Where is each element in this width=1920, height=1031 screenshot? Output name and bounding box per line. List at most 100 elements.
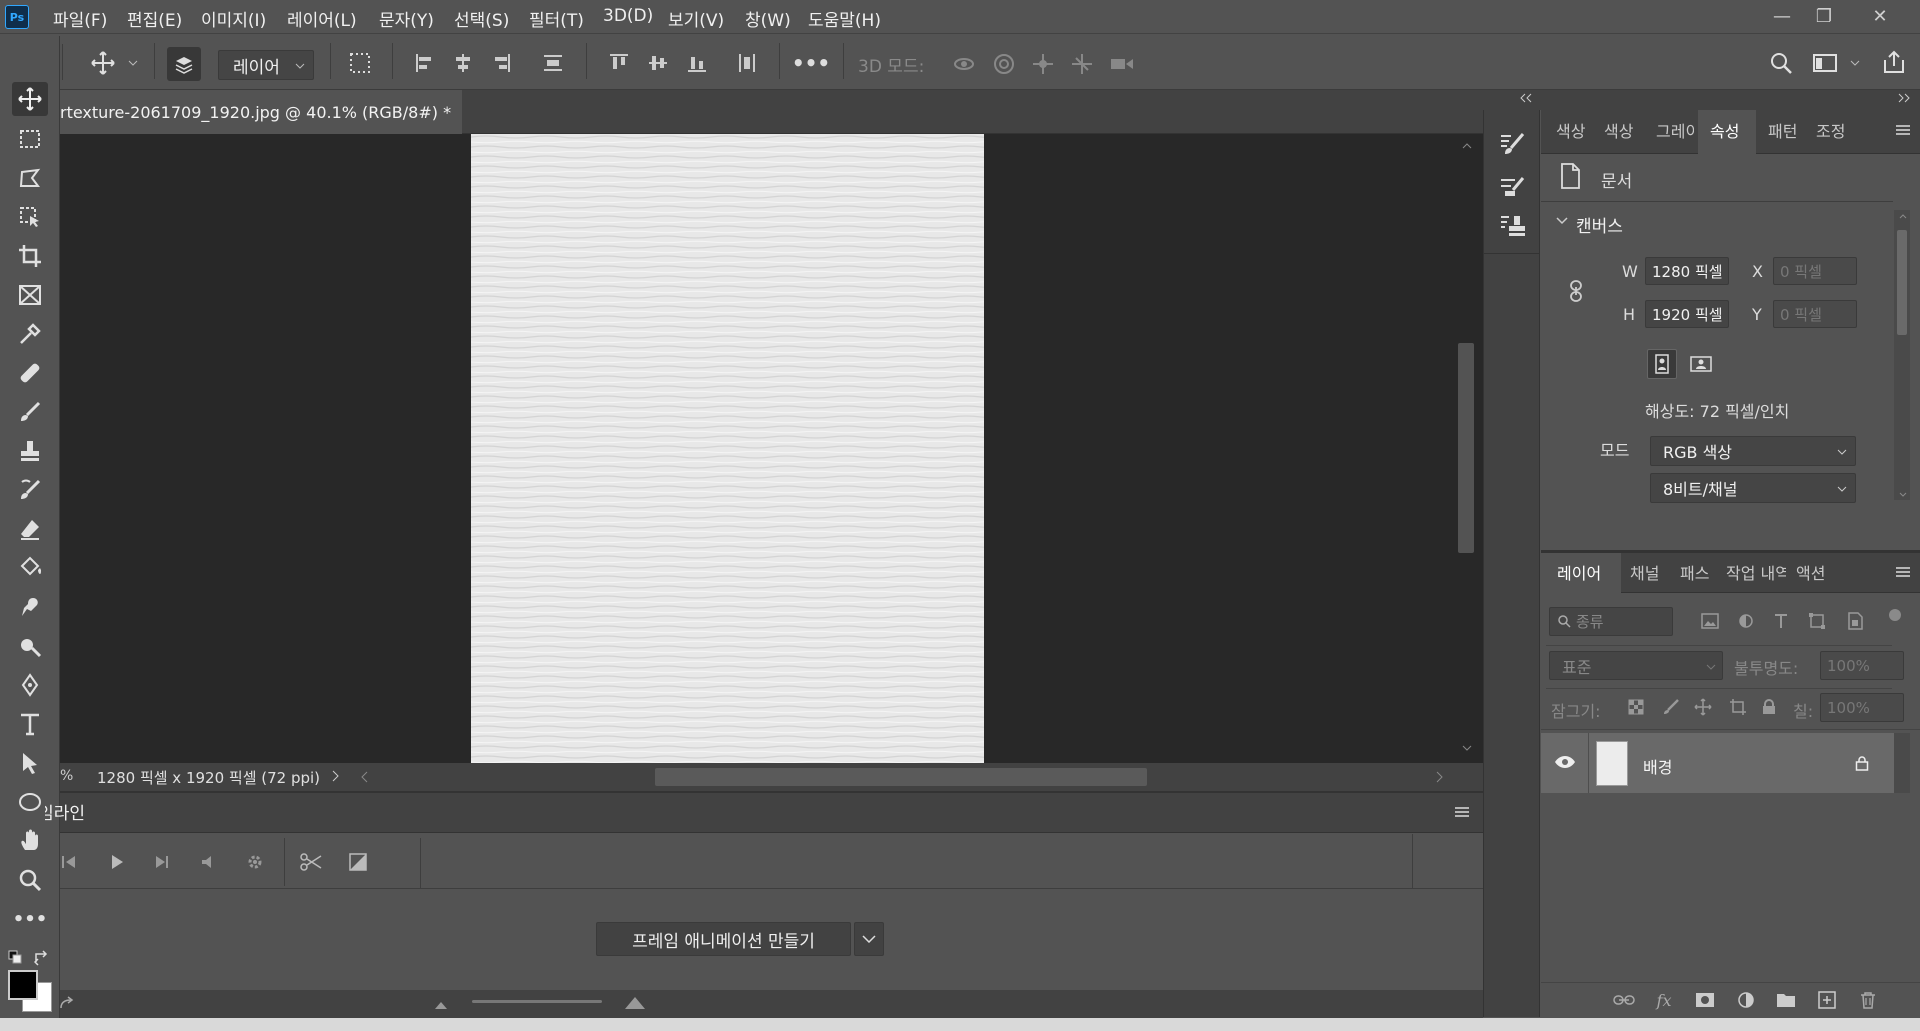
move-tool-preset-icon[interactable]	[88, 48, 118, 78]
3d-orbit-icon[interactable]	[950, 50, 978, 78]
collapse-left-icon[interactable]	[1520, 93, 1532, 103]
link-layers-icon[interactable]	[1612, 988, 1636, 1012]
menu-filter[interactable]: 필터(T)	[529, 6, 584, 31]
play-icon[interactable]	[105, 850, 129, 874]
scroll-up-icon[interactable]	[1462, 143, 1472, 151]
object-select-tool-icon[interactable]	[12, 200, 48, 234]
frame-tool-icon[interactable]	[12, 278, 48, 312]
paint-bucket-tool-icon[interactable]	[12, 551, 48, 585]
horizontal-scroll-thumb[interactable]	[655, 768, 1147, 786]
menu-help[interactable]: 도움말(H)	[808, 6, 881, 31]
timeline-zoom-slider[interactable]	[472, 1000, 602, 1003]
document-info[interactable]: 1280 픽셀 x 1920 픽셀 (72 ppi)	[97, 767, 320, 788]
tab-patterns[interactable]: 패턴	[1768, 118, 1797, 142]
create-frame-animation-button[interactable]: 프레임 애니메이션 만들기	[596, 922, 851, 956]
chevron-down-icon[interactable]	[1850, 60, 1860, 66]
scroll-right-icon[interactable]	[1436, 771, 1444, 783]
transition-icon[interactable]	[346, 850, 370, 874]
convert-icon[interactable]	[58, 993, 78, 1013]
scroll-down-icon[interactable]	[1462, 745, 1472, 753]
bit-depth-dropdown[interactable]: 8비트/채널	[1650, 473, 1856, 503]
chevron-down-icon[interactable]	[1556, 217, 1568, 225]
properties-scroll-thumb[interactable]	[1897, 230, 1907, 335]
zoom-out-mountain-icon[interactable]	[432, 998, 450, 1012]
3d-camera-icon[interactable]	[1108, 50, 1136, 78]
blend-mode-dropdown[interactable]: 표준	[1549, 651, 1723, 680]
tab-gradients[interactable]: 그레이	[1656, 118, 1694, 140]
menu-view[interactable]: 보기(V)	[668, 6, 724, 31]
lock-artboard-icon[interactable]	[1727, 696, 1749, 718]
adjustment-layer-icon[interactable]	[1734, 988, 1758, 1012]
color-mode-dropdown[interactable]: RGB 색상	[1650, 436, 1856, 466]
eraser-tool-icon[interactable]	[12, 512, 48, 546]
eyedropper-tool-icon[interactable]	[12, 317, 48, 351]
type-tool-icon[interactable]	[12, 707, 48, 741]
restore-button[interactable]: ❐	[1804, 2, 1844, 30]
layer-select-dropdown[interactable]: 레이어	[218, 50, 314, 80]
align-left-icon[interactable]	[409, 48, 439, 78]
3d-pan-icon[interactable]	[1029, 50, 1057, 78]
zoom-in-mountain-icon[interactable]	[622, 993, 648, 1013]
ellipse-tool-icon[interactable]	[12, 785, 48, 819]
delete-layer-icon[interactable]	[1856, 988, 1880, 1012]
next-frame-icon[interactable]	[150, 850, 174, 874]
tab-actions[interactable]: 액션	[1796, 560, 1825, 584]
tab-paths[interactable]: 패스	[1680, 560, 1709, 584]
layer-mask-icon[interactable]	[1693, 988, 1717, 1012]
lock-all-icon[interactable]	[1758, 696, 1780, 718]
clone-source-icon[interactable]	[1496, 210, 1528, 242]
menu-type[interactable]: 문자(Y)	[379, 6, 434, 31]
scroll-up-icon[interactable]	[1899, 213, 1907, 219]
default-colors-icon[interactable]	[8, 950, 22, 964]
fill-field[interactable]: 100%	[1820, 693, 1904, 722]
layer-thumbnail[interactable]	[1596, 741, 1628, 786]
layer-style-fx-icon[interactable]: fx	[1652, 988, 1676, 1012]
pixel-filter-icon[interactable]	[1699, 610, 1721, 632]
align-bottom-icon[interactable]	[682, 48, 712, 78]
chevron-down-icon[interactable]	[854, 922, 884, 956]
hand-tool-icon[interactable]	[12, 824, 48, 858]
lock-icon[interactable]	[1852, 753, 1872, 773]
height-field[interactable]: 1920 픽셀	[1645, 300, 1729, 328]
brush-settings-icon[interactable]	[1496, 128, 1528, 160]
y-field[interactable]: 0 픽셀	[1773, 300, 1857, 328]
smart-object-filter-icon[interactable]	[1844, 610, 1866, 632]
marquee-tool-icon[interactable]	[12, 122, 48, 156]
menu-select[interactable]: 선택(S)	[454, 6, 509, 31]
landscape-orientation-icon[interactable]	[1686, 350, 1716, 378]
history-brush-tool-icon[interactable]	[12, 473, 48, 507]
menu-3d[interactable]: 3D(D)	[603, 6, 653, 26]
scroll-down-icon[interactable]	[1899, 492, 1907, 498]
panel-menu-icon[interactable]	[1894, 565, 1912, 579]
3d-roll-icon[interactable]	[990, 50, 1018, 78]
healing-brush-tool-icon[interactable]	[12, 356, 48, 390]
width-field[interactable]: 1280 픽셀	[1645, 257, 1729, 285]
workspace-icon[interactable]	[1810, 48, 1840, 78]
opacity-field[interactable]: 100%	[1820, 651, 1904, 680]
split-clip-icon[interactable]	[298, 850, 324, 874]
align-right-icon[interactable]	[487, 48, 517, 78]
lasso-tool-icon[interactable]	[12, 161, 48, 195]
chevron-right-icon[interactable]	[332, 770, 340, 782]
more-options-icon[interactable]: •••	[792, 48, 830, 78]
document-tab[interactable]: rtexture-2061709_1920.jpg @ 40.1% (RGB/8…	[60, 90, 462, 134]
vertical-scroll-thumb[interactable]	[1458, 343, 1474, 553]
chevron-down-icon[interactable]	[128, 60, 138, 66]
smudge-tool-icon[interactable]	[12, 590, 48, 624]
tab-history[interactable]: 작업 내역	[1726, 560, 1786, 582]
panel-menu-icon[interactable]	[1452, 804, 1472, 820]
link-icon[interactable]	[1568, 279, 1590, 305]
foreground-color-swatch[interactable]	[8, 970, 38, 1000]
tab-channels[interactable]: 채널	[1630, 560, 1659, 584]
layers-scrollbar[interactable]	[1894, 733, 1910, 793]
path-select-tool-icon[interactable]	[12, 746, 48, 780]
panel-menu-icon[interactable]	[1894, 123, 1912, 137]
zoom-tool-icon[interactable]	[12, 863, 48, 897]
brushes-icon[interactable]	[1496, 170, 1528, 202]
shape-filter-icon[interactable]	[1806, 610, 1828, 632]
swap-colors-icon[interactable]	[34, 950, 50, 966]
first-frame-icon[interactable]	[58, 850, 80, 874]
distribute-vertical-icon[interactable]	[732, 48, 762, 78]
filter-toggle-icon[interactable]	[1889, 609, 1901, 621]
scroll-left-icon[interactable]	[361, 771, 369, 783]
